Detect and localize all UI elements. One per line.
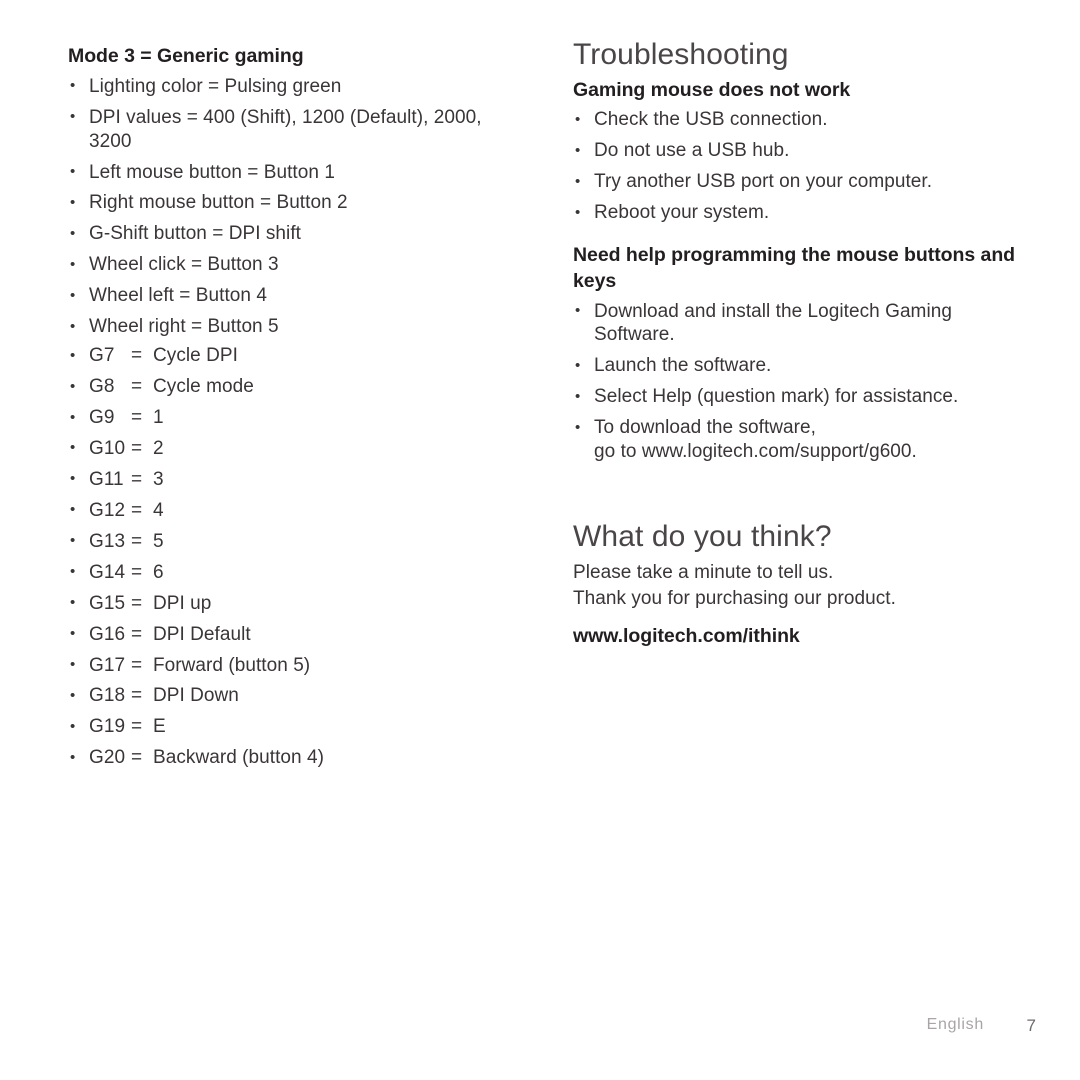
g-key-equals: = — [131, 561, 143, 583]
g-key-label: G8 — [89, 376, 115, 398]
g-key-row: G9 = 1 — [68, 406, 518, 430]
list-item: Reboot your system. — [573, 201, 1018, 225]
g-key-value: 6 — [153, 561, 164, 583]
mode-3-bullet-list: Lighting color = Pulsing green DPI value… — [68, 74, 518, 339]
g-key-row: G16 = DPI Default — [68, 622, 518, 647]
list-item: Launch the software. — [573, 354, 1018, 378]
g-key-label: G18 — [89, 685, 126, 707]
feedback-line-one: Please take a minute to tell us. — [573, 561, 834, 583]
g-key-value: E — [153, 716, 166, 738]
g-key-equals: = — [131, 685, 143, 707]
g-key-equals: = — [131, 592, 143, 614]
g-key-value: Forward (button 5) — [153, 654, 311, 676]
g-key-value: 2 — [153, 437, 164, 459]
feedback-line-two: Thank you for purchasing our product. — [573, 587, 896, 609]
list-item: Download and install the Logitech Gaming… — [573, 299, 1018, 348]
g-key-row: G8 = Cycle mode — [68, 375, 518, 399]
mouse-not-working-list: Check the USB connection. Do not use a U… — [573, 108, 1018, 225]
g-key-row: G13 = 5 — [68, 529, 518, 554]
programming-help-heading: Need help programming the mouse buttons … — [573, 244, 1016, 292]
g-key-row: G15 = DPI up — [68, 591, 518, 616]
g-key-label: G15 — [89, 592, 126, 614]
g-key-value: 1 — [153, 407, 164, 429]
list-item: Left mouse button = Button 1 — [68, 160, 518, 185]
g-key-label: G17 — [89, 654, 126, 676]
list-item: Select Help (question mark) for assistan… — [573, 385, 1018, 409]
g-key-equals: = — [131, 437, 143, 459]
troubleshooting-heading: Troubleshooting — [573, 38, 789, 71]
g-key-row: G7 = Cycle DPI — [68, 344, 518, 368]
footer-language-label: English — [926, 1016, 984, 1033]
g-key-value: DPI Default — [153, 623, 251, 645]
g-key-label: G12 — [89, 499, 126, 521]
g-key-value: DPI up — [153, 592, 212, 614]
right-column: Troubleshooting Gaming mouse does not wo… — [573, 38, 1018, 648]
g-key-row: G18 = DPI Down — [68, 684, 518, 708]
g-key-label: G13 — [89, 530, 126, 552]
g-key-row: G19 = E — [68, 715, 518, 739]
list-item: Wheel right = Button 5 — [68, 315, 518, 339]
mode-3-heading: Mode 3 = Generic gaming — [68, 45, 304, 67]
g-key-row: G10 = 2 — [68, 436, 518, 461]
g-key-label: G7 — [89, 345, 115, 367]
list-item: Check the USB connection. — [573, 108, 1018, 132]
g-key-value: DPI Down — [153, 685, 239, 707]
mouse-not-working-heading: Gaming mouse does not work — [573, 78, 851, 101]
g-key-equals: = — [131, 499, 143, 521]
g-key-equals: = — [131, 716, 143, 738]
list-item: DPI values = 400 (Shift), 1200 (Default)… — [68, 105, 518, 154]
page-footer: English 7 — [0, 1016, 1080, 1042]
g-key-value: Backward (button 4) — [153, 747, 324, 769]
g-key-row: G11 = 3 — [68, 467, 518, 492]
g-key-equals: = — [131, 654, 143, 676]
list-item: Try another USB port on your computer. — [573, 170, 1018, 194]
g-key-assignment-list: G7 = Cycle DPI G8 = Cycle mode G9 = 1 G1… — [68, 344, 518, 770]
g-key-row: G20 = Backward (button 4) — [68, 746, 518, 770]
g-key-label: G20 — [89, 747, 126, 769]
g-key-label: G9 — [89, 407, 115, 429]
g-key-label: G19 — [89, 716, 126, 738]
g-key-equals: = — [131, 530, 143, 552]
list-item: Right mouse button = Button 2 — [68, 191, 518, 215]
g-key-label: G16 — [89, 623, 126, 645]
footer-page-number: 7 — [1026, 1016, 1036, 1035]
list-item: Wheel left = Button 4 — [68, 284, 518, 308]
list-item: To download the software, go to www.logi… — [573, 416, 1018, 464]
g-key-equals: = — [131, 345, 143, 367]
g-key-equals: = — [131, 747, 143, 769]
g-key-row: G14 = 6 — [68, 560, 518, 585]
g-key-value: 5 — [153, 530, 164, 552]
g-key-label: G11 — [89, 468, 124, 490]
g-key-equals: = — [131, 376, 143, 398]
g-key-equals: = — [131, 623, 143, 645]
g-key-row: G17 = Forward (button 5) — [68, 653, 518, 678]
g-key-label: G14 — [89, 561, 126, 583]
g-key-equals: = — [131, 407, 143, 429]
g-key-label: G10 — [89, 437, 126, 459]
g-key-value: 3 — [153, 468, 164, 490]
list-item: G-Shift button = DPI shift — [68, 222, 518, 246]
list-item: Do not use a USB hub. — [573, 139, 1018, 163]
g-key-value: Cycle DPI — [153, 345, 238, 367]
feedback-heading: What do you think? — [573, 520, 832, 554]
g-key-row: G12 = 4 — [68, 498, 518, 523]
g-key-value: 4 — [153, 499, 164, 521]
programming-help-list: Download and install the Logitech Gaming… — [573, 299, 1018, 465]
g-key-value: Cycle mode — [153, 376, 254, 398]
g-key-equals: = — [131, 468, 143, 490]
left-column: Mode 3 = Generic gaming Lighting color =… — [68, 44, 518, 770]
list-item: Wheel click = Button 3 — [68, 253, 518, 277]
feedback-url[interactable]: www.logitech.com/ithink — [573, 625, 1018, 648]
document-page: Mode 3 = Generic gaming Lighting color =… — [0, 0, 1080, 1080]
list-item: Lighting color = Pulsing green — [68, 74, 518, 99]
